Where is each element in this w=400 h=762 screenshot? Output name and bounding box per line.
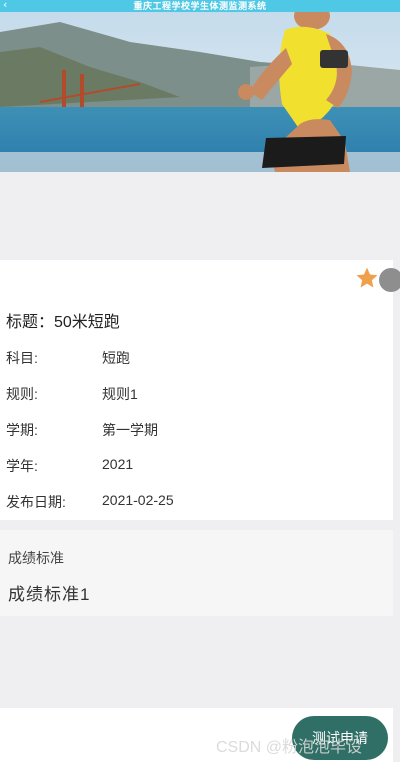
- field-label: 发布日期:: [6, 494, 66, 510]
- field-value: 2021-02-25: [102, 492, 174, 508]
- app-header: ‹ 重庆工程学校学生体测监测系统: [0, 0, 400, 12]
- field-value: 规则1: [102, 386, 138, 402]
- score-standard-caption: 成绩标准: [8, 550, 64, 566]
- score-standard-text: 成绩标准1: [8, 585, 91, 604]
- app-title: 重庆工程学校学生体测监测系统: [133, 1, 267, 11]
- banner-image: [0, 12, 400, 172]
- score-standard-card: 成绩标准 成绩标准1: [0, 530, 393, 616]
- star-icon[interactable]: [355, 266, 379, 290]
- back-chevron-icon[interactable]: ‹: [3, 0, 13, 11]
- field-label: 学期:: [6, 422, 38, 438]
- field-label: 科目:: [6, 350, 38, 366]
- test-detail-card: 标题：50米短跑 科目: 短跑 规则: 规则1 学期: 第一学期 学年: 202…: [0, 260, 400, 520]
- field-label: 规则:: [6, 386, 38, 402]
- test-title: 标题：50米短跑: [6, 314, 120, 331]
- field-value: 短跑: [102, 350, 130, 366]
- runner-photo-icon: [0, 12, 400, 172]
- toggle-knob[interactable]: [379, 268, 400, 292]
- field-label: 学年:: [6, 458, 38, 474]
- field-value: 第一学期: [102, 422, 158, 438]
- field-value: 2021: [102, 456, 134, 472]
- apply-test-button[interactable]: 测试申请: [292, 716, 388, 760]
